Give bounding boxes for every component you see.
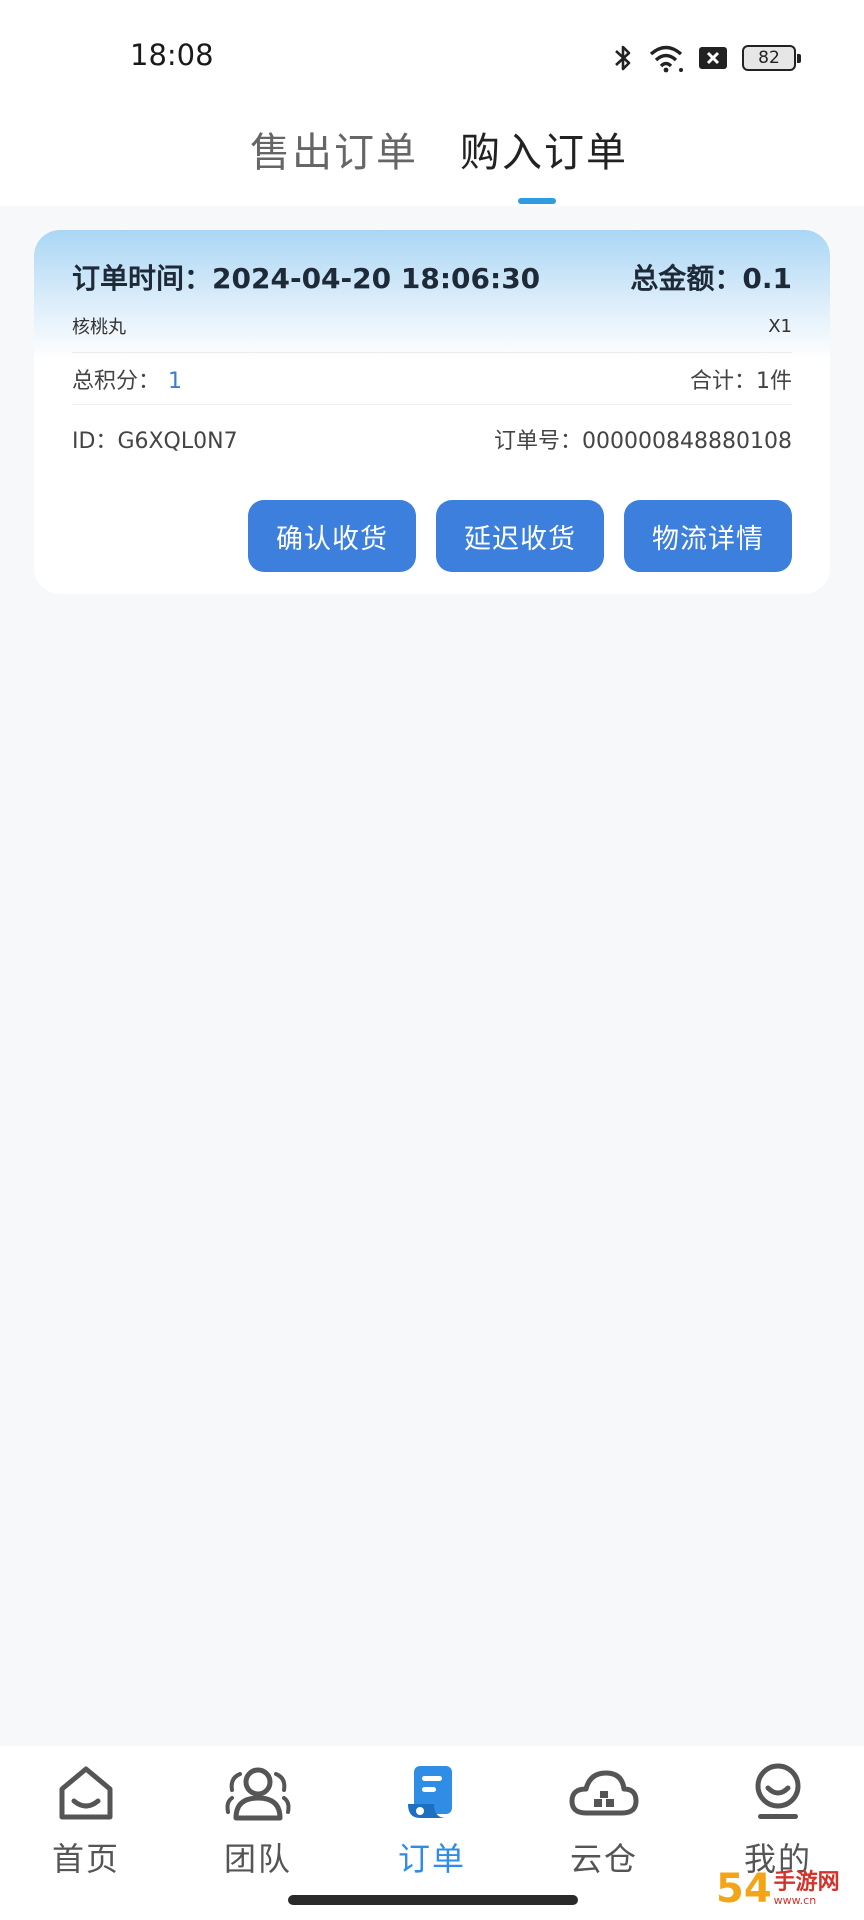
order-total-value: 0.1 <box>742 262 792 295</box>
total-points-value: 1 <box>168 368 183 394</box>
item-count: 合计：1件 <box>690 363 792 395</box>
total-points-label: 总积分： <box>72 368 161 394</box>
active-tab-indicator <box>518 198 556 204</box>
status-icons: 82 <box>612 40 801 76</box>
product-name: 核桃丸 <box>72 317 126 338</box>
wifi-icon <box>649 45 683 73</box>
product-quantity: X1 <box>768 315 792 337</box>
user-id-value: G6XQL0N7 <box>117 428 238 454</box>
order-time-label: 订单时间： <box>72 262 213 295</box>
tab-sold-orders[interactable]: 售出订单 <box>250 120 418 178</box>
nav-item-orders[interactable]: 订单 <box>372 1758 492 1888</box>
battery-icon: 82 <box>742 45 801 71</box>
home-icon <box>59 1766 113 1820</box>
order-card: 订单时间：2024-04-20 18:06:30 总金额：0.1 核桃丸 X1 … <box>34 230 830 594</box>
watermark-text: 手游网 <box>773 1870 840 1895</box>
delay-receipt-button[interactable]: 延迟收货 <box>436 500 604 572</box>
status-time: 18:08 <box>130 38 214 72</box>
order-time: 订单时间：2024-04-20 18:06:30 <box>72 257 540 297</box>
user-id: ID：G6XQL0N7 <box>72 423 238 455</box>
bluetooth-icon <box>615 45 631 71</box>
total-points: 总积分： 1 <box>72 363 182 395</box>
watermark-number: 54 <box>716 1866 772 1912</box>
confirm-receipt-button[interactable]: 确认收货 <box>248 500 416 572</box>
team-icon <box>225 1767 291 1821</box>
nav-label-team: 团队 <box>223 1840 292 1878</box>
home-indicator[interactable] <box>288 1895 578 1905</box>
points-row: 总积分： 1 合计：1件 <box>72 352 792 404</box>
order-actions: 确认收货 延迟收货 物流详情 <box>248 500 792 572</box>
order-icon <box>408 1766 452 1818</box>
order-number: 订单号：000000848880108 <box>494 423 792 455</box>
item-count-label: 合计： <box>689 368 756 394</box>
order-time-value: 2024-04-20 18:06:30 <box>212 262 541 295</box>
nav-item-cloud-warehouse[interactable]: 云仓 <box>544 1758 664 1888</box>
user-id-label: ID： <box>72 428 118 454</box>
nav-item-home[interactable]: 首页 <box>26 1758 146 1888</box>
order-summary-row: 订单时间：2024-04-20 18:06:30 总金额：0.1 <box>72 252 792 302</box>
nav-label-home: 首页 <box>51 1840 120 1878</box>
nav-label-cloud-warehouse: 云仓 <box>569 1840 638 1878</box>
profile-icon <box>755 1763 801 1819</box>
item-count-value: 1件 <box>756 368 792 394</box>
order-number-value: 000000848880108 <box>582 428 792 454</box>
order-total-label: 总金额： <box>630 262 743 295</box>
order-tabs: 售出订单 购入订单 <box>0 110 864 206</box>
status-bar: 18:08 82 <box>0 0 864 110</box>
product-row: 核桃丸 X1 <box>72 310 792 342</box>
tab-purchased-orders[interactable]: 购入订单 <box>460 120 628 178</box>
nav-label-orders: 订单 <box>397 1840 466 1878</box>
order-number-label: 订单号： <box>494 428 583 454</box>
sim-off-icon <box>699 47 727 69</box>
id-row: ID：G6XQL0N7 订单号：000000848880108 <box>72 404 792 472</box>
battery-level: 82 <box>758 48 780 68</box>
watermark-domain: www.cn <box>773 1894 817 1907</box>
nav-item-team[interactable]: 团队 <box>198 1758 318 1888</box>
site-watermark: 54 手游网 www.cn <box>716 1862 858 1916</box>
logistics-details-button[interactable]: 物流详情 <box>624 500 792 572</box>
order-total: 总金额：0.1 <box>630 257 792 297</box>
cloud-warehouse-icon <box>569 1770 639 1816</box>
